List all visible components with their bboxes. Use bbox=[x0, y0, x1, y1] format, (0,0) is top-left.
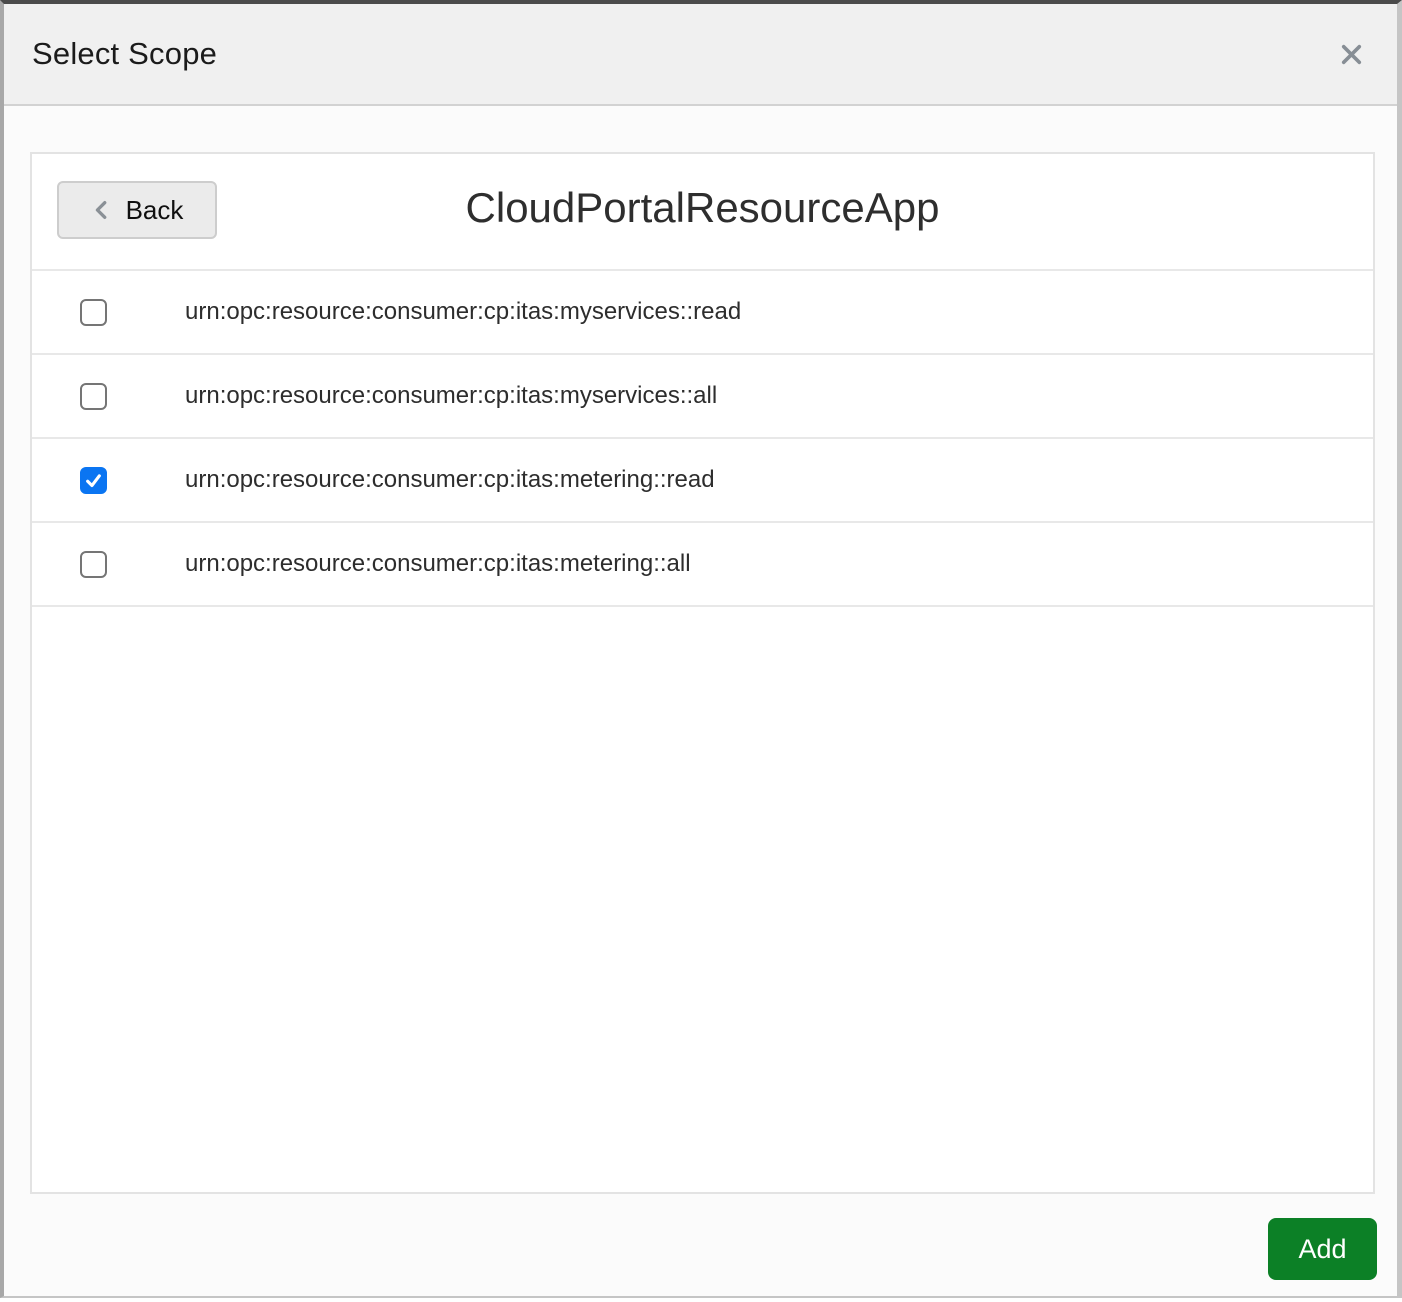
checkbox[interactable] bbox=[80, 299, 107, 326]
select-scope-dialog: Select Scope Back CloudPortalReso bbox=[0, 0, 1402, 1298]
scope-row: urn:opc:resource:consumer:cp:itas:myserv… bbox=[32, 355, 1373, 439]
scope-row: urn:opc:resource:consumer:cp:itas:meteri… bbox=[32, 523, 1373, 607]
scope-row: urn:opc:resource:consumer:cp:itas:meteri… bbox=[32, 439, 1373, 523]
dialog-header: Select Scope bbox=[4, 4, 1397, 106]
checkmark-icon bbox=[83, 470, 104, 491]
scope-list: urn:opc:resource:consumer:cp:itas:myserv… bbox=[32, 271, 1373, 607]
scope-row: urn:opc:resource:consumer:cp:itas:myserv… bbox=[32, 271, 1373, 355]
checkbox[interactable] bbox=[80, 383, 107, 410]
scope-label: urn:opc:resource:consumer:cp:itas:myserv… bbox=[185, 382, 717, 410]
app-title: CloudPortalResourceApp bbox=[32, 184, 1373, 232]
scope-panel: Back CloudPortalResourceApp urn:opc:reso… bbox=[30, 152, 1375, 1194]
close-button[interactable] bbox=[1331, 34, 1371, 74]
scope-label: urn:opc:resource:consumer:cp:itas:myserv… bbox=[185, 298, 741, 326]
add-button[interactable]: Add bbox=[1268, 1218, 1377, 1280]
close-icon bbox=[1339, 42, 1364, 67]
screen: Select Scope Back CloudPortalReso bbox=[0, 0, 1402, 1302]
panel-header: Back CloudPortalResourceApp bbox=[32, 154, 1373, 271]
dialog-title: Select Scope bbox=[32, 36, 217, 72]
dialog-body: Back CloudPortalResourceApp urn:opc:reso… bbox=[4, 106, 1397, 1194]
checkbox[interactable] bbox=[80, 467, 107, 494]
checkbox[interactable] bbox=[80, 551, 107, 578]
scope-label: urn:opc:resource:consumer:cp:itas:meteri… bbox=[185, 550, 691, 578]
dialog-footer: Add bbox=[4, 1194, 1397, 1296]
scope-label: urn:opc:resource:consumer:cp:itas:meteri… bbox=[185, 466, 715, 494]
